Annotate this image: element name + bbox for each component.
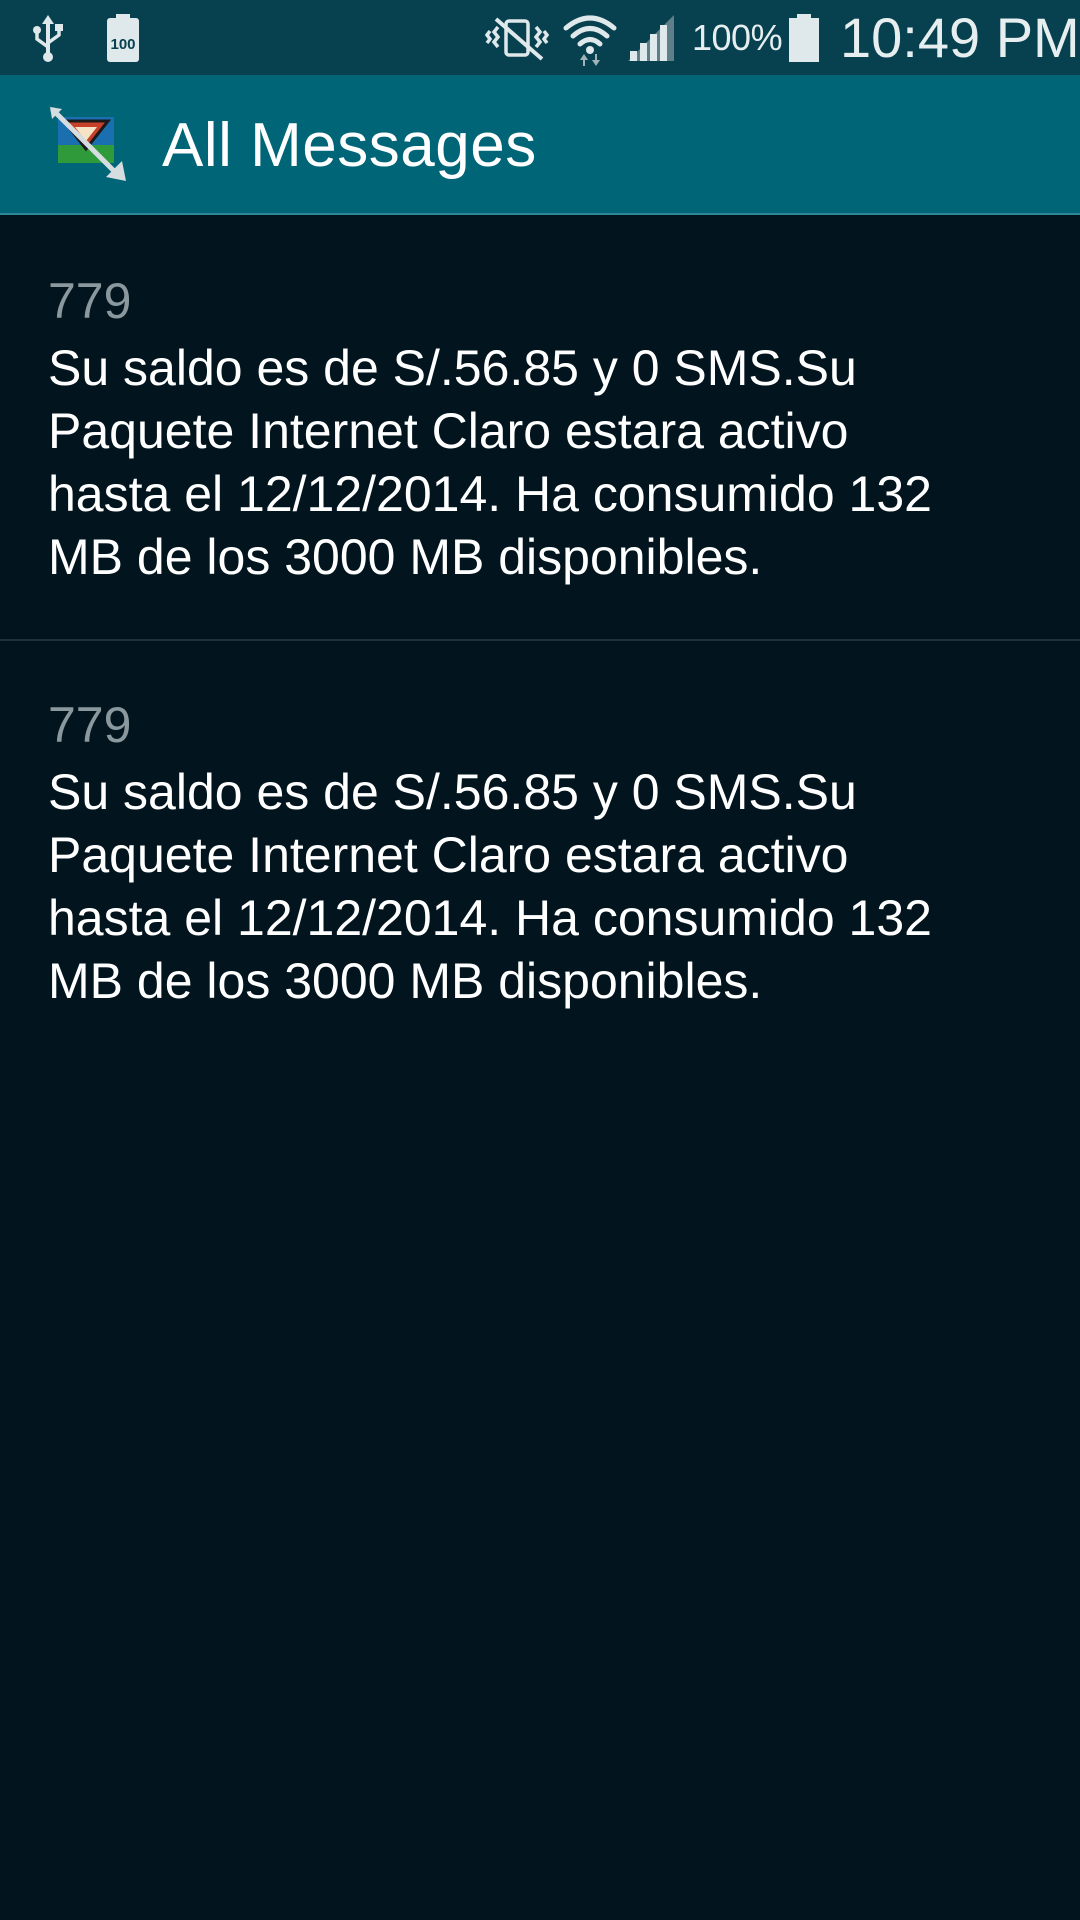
page-title: All Messages bbox=[162, 110, 537, 180]
message-body: Su saldo es de S/.56.85 y 0 SMS.Su Paque… bbox=[48, 764, 932, 1009]
message-item[interactable]: 779 Su saldo es de S/.56.85 y 0 SMS.Su P… bbox=[0, 641, 1080, 1063]
message-sender: 779 bbox=[48, 273, 132, 329]
action-bar: All Messages bbox=[0, 75, 1080, 215]
battery-icon bbox=[787, 0, 823, 75]
message-list: 779 Su saldo es de S/.56.85 y 0 SMS.Su P… bbox=[0, 217, 1080, 1063]
signal-icon bbox=[626, 0, 678, 75]
wifi-icon bbox=[562, 0, 618, 75]
battery-saver-icon: 100 bbox=[105, 0, 145, 75]
app-logo-icon[interactable] bbox=[48, 105, 132, 189]
message-sender: 779 bbox=[48, 697, 132, 753]
vibrate-icon bbox=[482, 0, 556, 75]
battery-saver-label: 100 bbox=[110, 36, 135, 53]
battery-percent: 100% bbox=[692, 16, 783, 58]
message-item[interactable]: 779 Su saldo es de S/.56.85 y 0 SMS.Su P… bbox=[0, 217, 1080, 641]
status-bar: 100 100% 10:49 PM bbox=[0, 0, 1080, 75]
clock: 10:49 PM bbox=[840, 6, 1080, 69]
message-body: Su saldo es de S/.56.85 y 0 SMS.Su Paque… bbox=[48, 340, 932, 585]
usb-icon bbox=[30, 0, 72, 75]
